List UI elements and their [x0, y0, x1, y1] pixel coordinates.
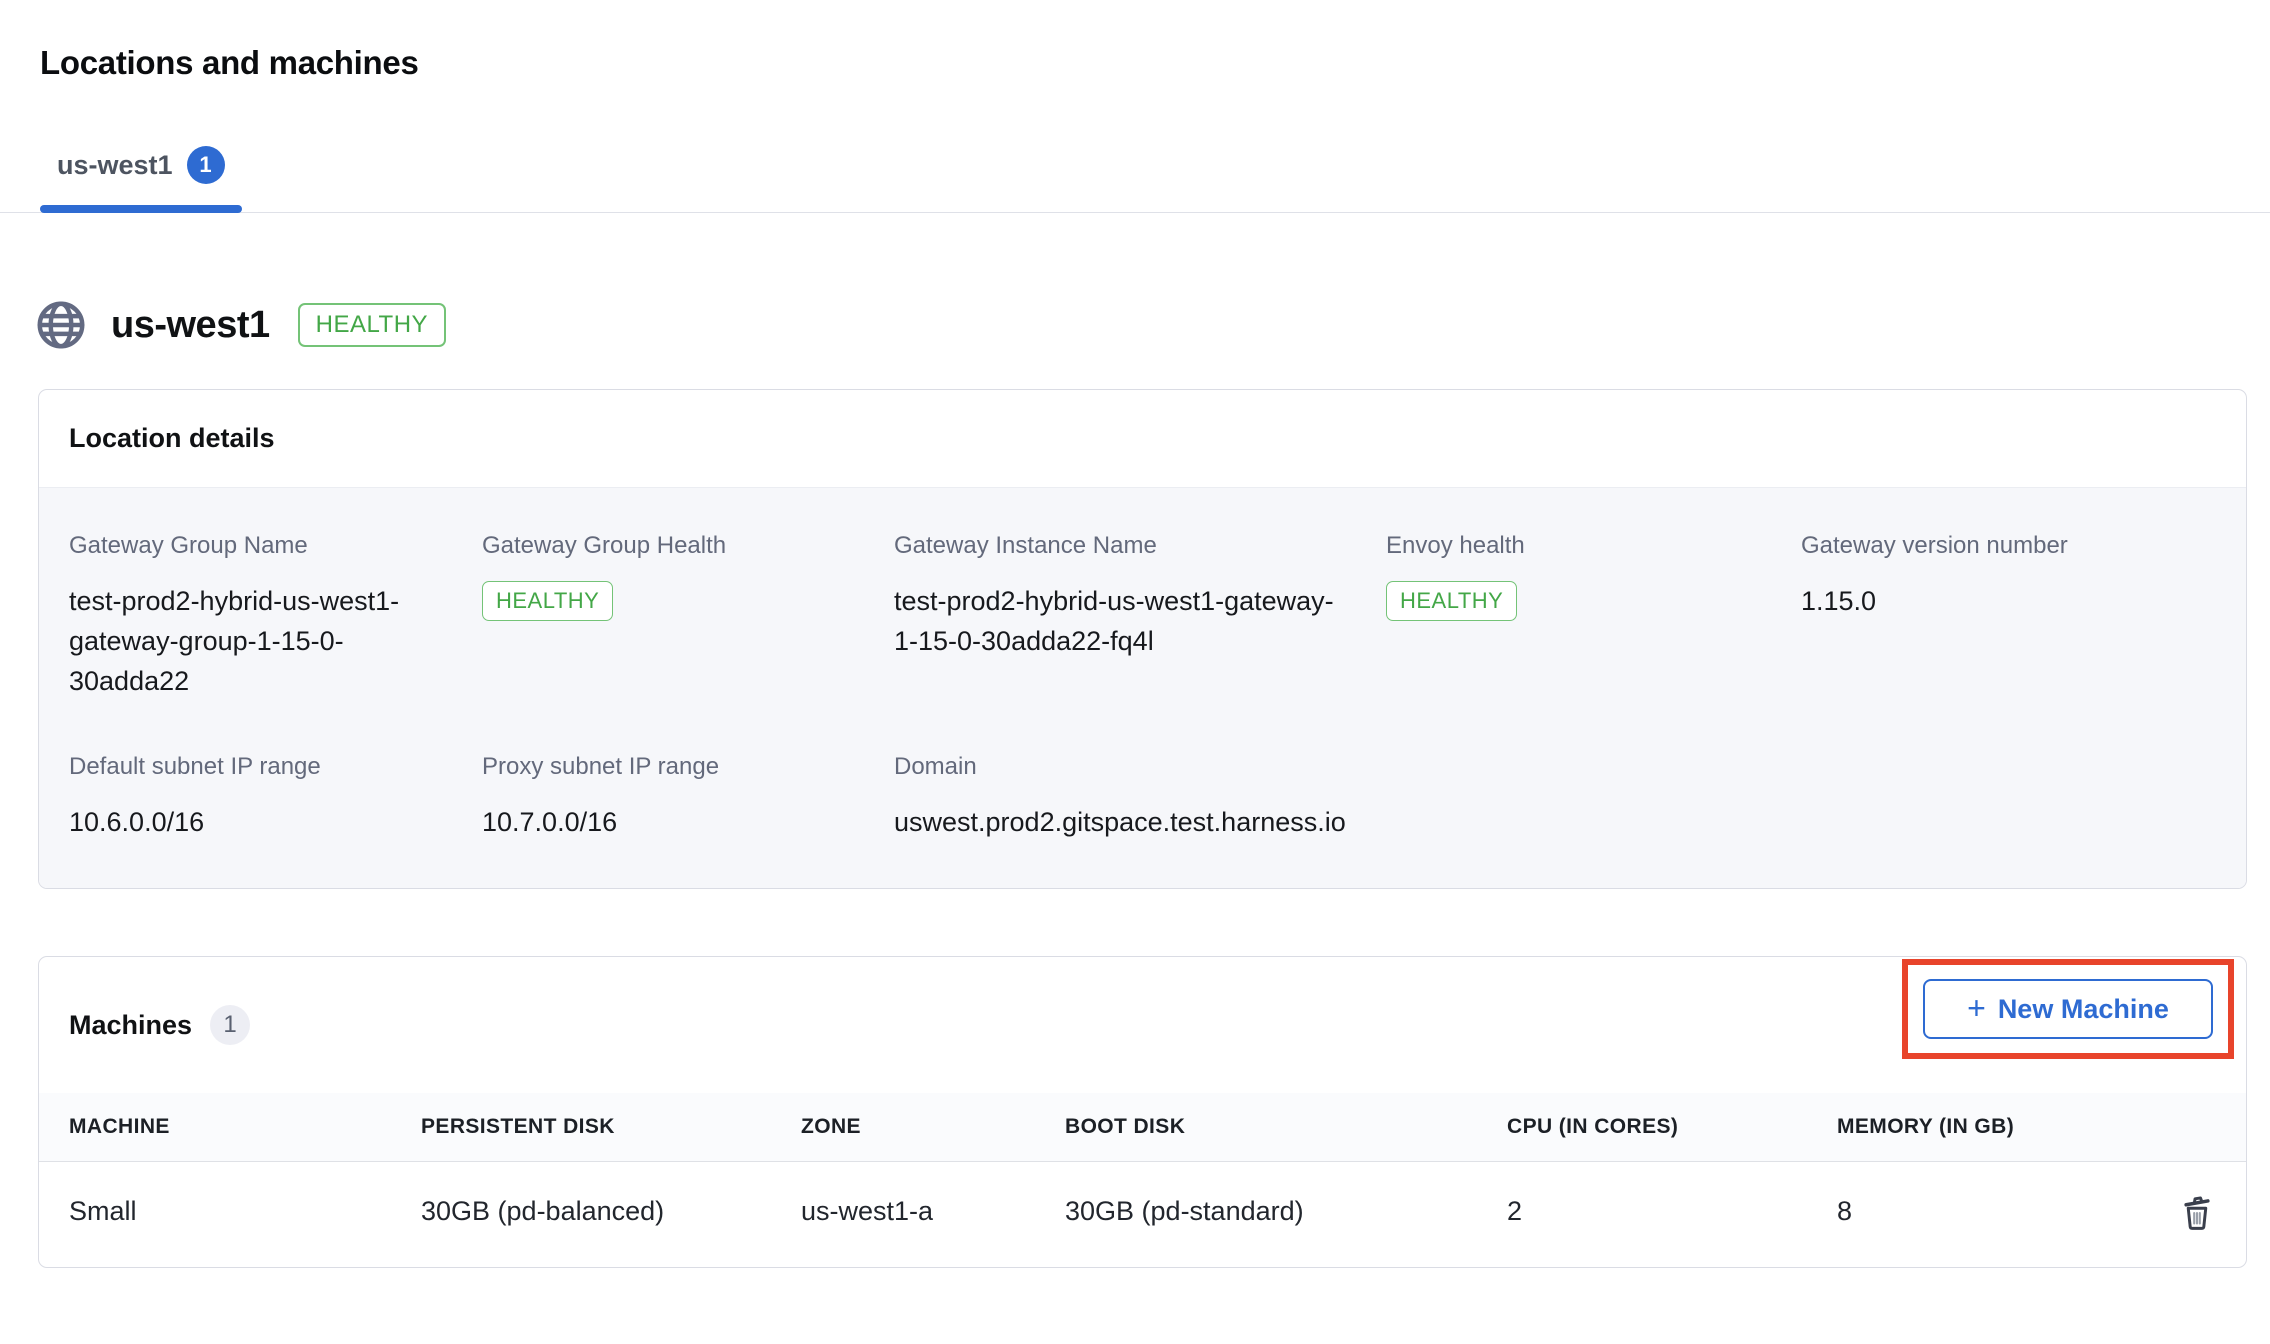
field-envoy-health: Envoy health HEALTHY [1386, 532, 1801, 701]
cell-zone: us-west1-a [771, 1162, 1035, 1268]
field-value: test-prod2-hybrid-us-west1-gateway-1-15-… [894, 581, 1344, 661]
tab-us-west1[interactable]: us-west1 1 [40, 146, 242, 212]
field-gateway-group-name: Gateway Group Name test-prod2-hybrid-us-… [69, 532, 482, 701]
field-value: 1.15.0 [1801, 581, 2216, 621]
table-row-small[interactable]: Small 30GB (pd-balanced) us-west1-a 30GB… [39, 1162, 2246, 1268]
field-label: Proxy subnet IP range [482, 753, 894, 781]
page-title: Locations and machines [40, 44, 2270, 82]
field-gateway-group-health: Gateway Group Health HEALTHY [482, 532, 894, 701]
machines-header: Machines 1 + New Machine [39, 957, 2246, 1093]
new-machine-button-label: New Machine [1998, 994, 2169, 1025]
col-machine: MACHINE [39, 1093, 391, 1162]
field-value: 10.6.0.0/16 [69, 802, 482, 842]
cell-cpu: 2 [1477, 1162, 1807, 1268]
location-status-badge: HEALTHY [298, 303, 446, 347]
location-details-body: Gateway Group Name test-prod2-hybrid-us-… [39, 487, 2246, 888]
field-label: Envoy health [1386, 532, 1801, 560]
col-boot-disk: BOOT DISK [1035, 1093, 1477, 1162]
field-label: Gateway version number [1801, 532, 2216, 560]
field-gateway-instance-name: Gateway Instance Name test-prod2-hybrid-… [894, 532, 1386, 701]
tab-label: us-west1 [57, 150, 173, 181]
machines-count-badge: 1 [210, 1005, 250, 1045]
field-value: uswest.prod2.gitspace.test.harness.io [894, 802, 1386, 842]
cell-machine: Small [39, 1162, 391, 1268]
annotation-highlight-box: + New Machine [1902, 959, 2234, 1059]
location-details-header: Location details [39, 390, 2246, 487]
field-value: 10.7.0.0/16 [482, 802, 894, 842]
field-label: Gateway Instance Name [894, 532, 1386, 560]
active-tab-underline [40, 205, 242, 213]
delete-machine-button[interactable] [2172, 1188, 2222, 1238]
machines-title: Machines [69, 1010, 192, 1041]
col-cpu: CPU (IN CORES) [1477, 1093, 1807, 1162]
tabs-bar: us-west1 1 [0, 146, 2270, 213]
details-row-2: Default subnet IP range 10.6.0.0/16 Prox… [69, 753, 2216, 842]
col-persistent-disk: PERSISTENT DISK [391, 1093, 771, 1162]
location-name: us-west1 [111, 304, 270, 347]
gateway-group-health-badge: HEALTHY [482, 581, 613, 621]
field-label: Gateway Group Health [482, 532, 894, 560]
machines-table-header-row: MACHINE PERSISTENT DISK ZONE BOOT DISK C… [39, 1093, 2246, 1162]
col-actions [2162, 1093, 2246, 1162]
envoy-health-badge: HEALTHY [1386, 581, 1517, 621]
location-details-card: Location details Gateway Group Name test… [38, 389, 2247, 889]
field-label: Domain [894, 753, 1386, 781]
plus-icon: + [1967, 992, 1986, 1024]
col-zone: ZONE [771, 1093, 1035, 1162]
new-machine-button[interactable]: + New Machine [1923, 979, 2213, 1039]
field-label: Default subnet IP range [69, 753, 482, 781]
location-details-title: Location details [69, 423, 2216, 454]
location-header: us-west1 HEALTHY [33, 297, 2270, 353]
tab-count-badge: 1 [187, 146, 225, 184]
machines-table: MACHINE PERSISTENT DISK ZONE BOOT DISK C… [39, 1093, 2246, 1267]
field-value: test-prod2-hybrid-us-west1-gateway-group… [69, 581, 404, 701]
field-proxy-subnet: Proxy subnet IP range 10.7.0.0/16 [482, 753, 894, 842]
field-gateway-version: Gateway version number 1.15.0 [1801, 532, 2216, 701]
globe-icon [33, 297, 89, 353]
machines-card: Machines 1 + New Machine MACHINE PERSIST… [38, 956, 2247, 1268]
trash-icon [2176, 1192, 2218, 1234]
cell-memory: 8 [1807, 1162, 2162, 1268]
field-label: Gateway Group Name [69, 532, 482, 560]
col-memory: MEMORY (IN GB) [1807, 1093, 2162, 1162]
details-row-1: Gateway Group Name test-prod2-hybrid-us-… [69, 532, 2216, 701]
field-default-subnet: Default subnet IP range 10.6.0.0/16 [69, 753, 482, 842]
cell-boot-disk: 30GB (pd-standard) [1035, 1162, 1477, 1268]
cell-persistent-disk: 30GB (pd-balanced) [391, 1162, 771, 1268]
field-domain: Domain uswest.prod2.gitspace.test.harnes… [894, 753, 1386, 842]
